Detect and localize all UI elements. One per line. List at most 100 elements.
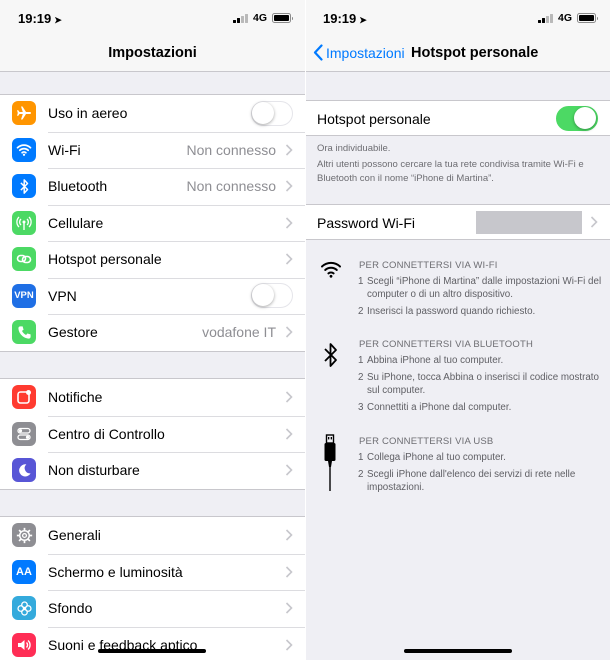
chevron-right-icon xyxy=(285,253,293,265)
network-type: 4G xyxy=(252,12,267,24)
settings-row-label: Wi-Fi xyxy=(48,141,81,158)
usb-icon xyxy=(324,434,336,491)
hotspot-status-note: Ora individuabile. xyxy=(317,143,391,154)
settings-row-label: VPN xyxy=(48,287,77,304)
hotspot-switch[interactable] xyxy=(556,106,598,131)
network-type: 4G xyxy=(557,12,572,24)
chevron-right-icon xyxy=(285,326,293,338)
toggle-switch[interactable] xyxy=(251,283,293,309)
hotspot-description: Altri utenti possono cercare la tua rete… xyxy=(317,159,584,184)
moon-icon xyxy=(12,458,36,483)
antenna-icon xyxy=(12,210,36,235)
bluetooth-step: 3 Connettiti a iPhone dal computer. xyxy=(358,402,512,413)
status-time: 19:19 xyxy=(18,11,52,26)
nav-bar: Impostazioni Hotspot personale xyxy=(306,36,610,72)
settings-row-suoni-e-feedback-aptico[interactable]: Suoni e feedback aptico xyxy=(0,626,305,660)
vpn-icon: VPN xyxy=(12,283,36,308)
chevron-right-icon xyxy=(285,602,293,614)
usb-step: 2 Scegli iPhone dall'elenco dei servizi d… xyxy=(358,469,576,493)
chevron-right-icon xyxy=(285,180,293,192)
status-bar: 19:19 ➤ 4G xyxy=(0,0,305,36)
nav-bar: Impostazioni xyxy=(0,36,305,72)
settings-row-generali[interactable]: Generali xyxy=(0,517,305,554)
back-button-label: Impostazioni xyxy=(326,44,405,61)
wifi-icon xyxy=(321,261,341,278)
back-button[interactable]: Impostazioni xyxy=(313,44,405,61)
wifi-password-row[interactable]: Password Wi-Fi xyxy=(306,204,610,240)
settings-row-label: Non disturbare xyxy=(48,462,140,479)
settings-row-uso-in-aereo[interactable]: Uso in aereo xyxy=(0,95,305,132)
chevron-left-icon xyxy=(313,44,323,61)
chevron-right-icon xyxy=(590,216,598,228)
battery-icon xyxy=(272,13,293,23)
hotspot-label: Hotspot personale xyxy=(317,111,431,127)
settings-row-hotspot-personale[interactable]: Hotspot personale xyxy=(0,241,305,278)
settings-row-sfondo[interactable]: Sfondo xyxy=(0,590,305,627)
chevron-right-icon xyxy=(285,464,293,476)
home-indicator[interactable] xyxy=(404,649,512,653)
password-value-redacted xyxy=(476,211,582,234)
signal-icon xyxy=(232,13,248,23)
airplane-icon xyxy=(12,101,36,126)
notifications-icon xyxy=(12,385,36,410)
toggle-switch[interactable] xyxy=(251,100,293,126)
usb-step: 1 Collega iPhone al tuo computer. xyxy=(358,452,506,463)
usb-section-heading: PER CONNETTERSI VIA USB xyxy=(359,436,494,447)
settings-row-label: Hotspot personale xyxy=(48,251,162,268)
settings-group-general: Generali AA Schermo e luminosità Sfondo Suon… xyxy=(0,516,305,660)
settings-row-value: Non connesso xyxy=(186,178,276,195)
password-label: Password Wi-Fi xyxy=(317,215,416,231)
display-icon: AA xyxy=(12,559,36,584)
wallpaper-icon xyxy=(12,596,36,621)
battery-icon xyxy=(577,13,598,23)
chevron-right-icon xyxy=(285,529,293,541)
page-title: Impostazioni xyxy=(108,45,197,61)
chevron-right-icon xyxy=(285,144,293,156)
switch-knob xyxy=(252,101,274,124)
wifi-icon xyxy=(12,137,36,162)
wifi-step: 1 Scegli “iPhone di Martina” dalle impost… xyxy=(358,276,602,300)
chevron-right-icon xyxy=(285,391,293,403)
gear-icon xyxy=(12,523,36,548)
bluetooth-icon xyxy=(12,174,36,199)
settings-row-schermo-e-luminosit[interactable]: AA Schermo e luminosità xyxy=(0,553,305,591)
settings-row-value: Non connesso xyxy=(186,141,276,158)
wifi-section-heading: PER CONNETTERSI VIA WI-FI xyxy=(359,260,498,271)
location-icon: ➤ xyxy=(54,15,62,25)
page-title: Hotspot personale xyxy=(411,45,539,61)
settings-row-label: Cellulare xyxy=(48,214,104,231)
settings-row-label: Bluetooth xyxy=(48,178,108,195)
settings-row-cellulare[interactable]: Cellulare xyxy=(0,204,305,242)
settings-row-vpn[interactable]: VPN VPN xyxy=(0,277,305,315)
settings-screen: 19:19 ➤ 4G Impostazioni Uso in aereo Wi-Fi… xyxy=(0,0,305,660)
hotspot-screen: 19:19 ➤ 4G Impostazioni Hotspot personale… xyxy=(306,0,610,660)
switch-knob xyxy=(252,284,274,307)
hotspot-toggle-row[interactable]: Hotspot personale xyxy=(306,100,610,136)
bluetooth-step: 2 Su iPhone, tocca Abbina o inserisci il … xyxy=(358,372,599,396)
settings-row-label: Schermo e luminosità xyxy=(48,563,183,580)
status-time: 19:19 xyxy=(323,11,357,26)
settings-row-centro-di-controllo[interactable]: Centro di Controllo xyxy=(0,415,305,453)
switch-knob xyxy=(574,107,596,129)
control-center-icon xyxy=(12,421,36,446)
chevron-right-icon xyxy=(285,639,293,651)
settings-row-value: vodafone IT xyxy=(202,324,276,341)
settings-row-notifiche[interactable]: Notifiche xyxy=(0,379,305,416)
settings-row-bluetooth[interactable]: Bluetooth Non connesso xyxy=(0,168,305,205)
wifi-step: 2 Inserisci la password quando richiesto. xyxy=(358,306,536,317)
location-icon: ➤ xyxy=(359,15,367,25)
settings-row-non-disturbare[interactable]: Non disturbare xyxy=(0,452,305,489)
settings-row-label: Notifiche xyxy=(48,389,103,406)
home-indicator[interactable] xyxy=(98,649,206,653)
status-bar: 19:19 ➤ 4G xyxy=(306,0,610,36)
settings-row-label: Gestore xyxy=(48,324,98,341)
phone-icon xyxy=(12,320,36,345)
settings-row-label: Uso in aereo xyxy=(48,105,128,122)
bluetooth-icon xyxy=(324,343,337,367)
settings-row-label: Generali xyxy=(48,527,101,544)
chevron-right-icon xyxy=(285,217,293,229)
settings-row-gestore[interactable]: Gestore vodafone IT xyxy=(0,314,305,351)
chevron-right-icon xyxy=(285,428,293,440)
settings-row-wi-fi[interactable]: Wi-Fi Non connesso xyxy=(0,131,305,169)
settings-row-label: Centro di Controllo xyxy=(48,425,165,442)
